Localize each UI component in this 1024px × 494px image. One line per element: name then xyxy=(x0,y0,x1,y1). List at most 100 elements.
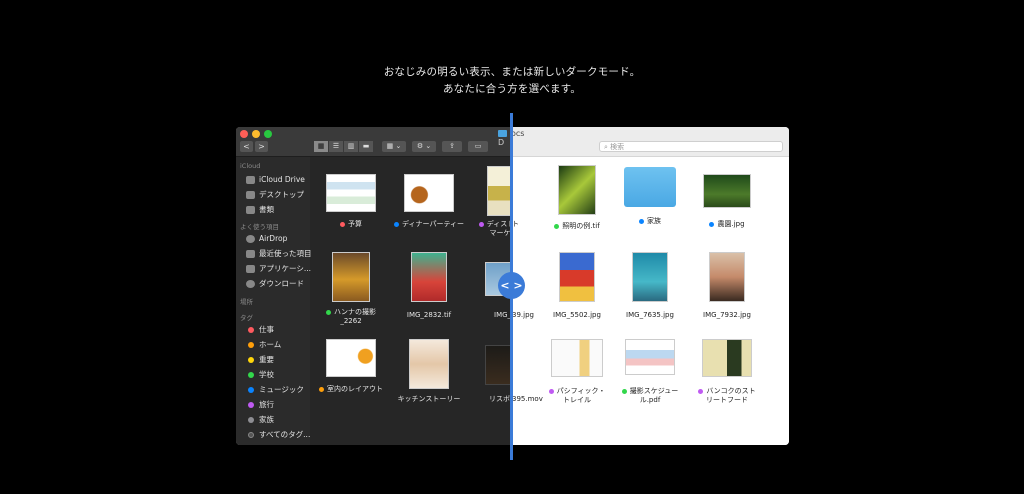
sidebar-tag-work[interactable]: 仕事 xyxy=(246,323,274,336)
airdrop-icon xyxy=(246,235,255,243)
document-thumbnail xyxy=(551,339,603,377)
gallery-view-icon[interactable]: ▬ xyxy=(359,141,373,152)
file-item[interactable]: IMG_7932.jpg xyxy=(692,252,762,320)
document-thumbnail xyxy=(409,339,449,389)
search-field[interactable]: ⌕ 検索 xyxy=(599,141,783,152)
pdf-thumbnail xyxy=(625,339,675,375)
headline-line-2: あなたに合う方を選べます。 xyxy=(442,83,582,95)
folder-icon xyxy=(624,167,676,207)
tag-dot xyxy=(248,432,254,438)
file-item[interactable]: 農園.jpg xyxy=(692,171,762,229)
column-view-icon[interactable]: ▥ xyxy=(344,141,358,152)
download-icon xyxy=(246,280,255,288)
sidebar-item-airdrop[interactable]: AirDrop xyxy=(246,232,287,245)
minimize-window-button[interactable] xyxy=(252,130,260,138)
headline-line-1: おなじみの明るい表示、または新しいダークモード。 xyxy=(383,66,641,78)
toolbar-dark: < > ▦ ☰ ▥ ▬ ▦ ⌄ ⚙ ⌄ ⇪ ▭ D xyxy=(236,127,512,157)
tag-dot xyxy=(709,221,715,227)
group-button[interactable]: ▦ ⌄ xyxy=(382,141,406,152)
file-item[interactable]: ディストリクトマーケット xyxy=(472,163,512,238)
tag-dot xyxy=(248,417,254,423)
file-item[interactable]: IMG_5502.jpg xyxy=(542,252,612,320)
sidebar-item-applications[interactable]: アプリケーシ... xyxy=(246,262,311,275)
sidebar-section-tags: タグ xyxy=(240,314,253,322)
tag-dot xyxy=(248,327,254,333)
file-item[interactable]: 撮影スケジュー ル.pdf xyxy=(615,339,685,405)
file-item[interactable]: ハンナの撮影 _2262 xyxy=(316,252,386,326)
file-item[interactable]: 照明の例.tif xyxy=(542,165,612,231)
document-thumbnail xyxy=(404,174,454,212)
window-title-light: ocs xyxy=(512,129,525,138)
document-icon xyxy=(246,206,255,214)
file-item[interactable]: パシフィック・ トレイル xyxy=(542,339,612,405)
file-item[interactable]: 室内のレイアウト xyxy=(316,339,386,394)
layout-thumbnail xyxy=(326,339,376,377)
icon-view-icon[interactable]: ▦ xyxy=(314,141,328,152)
photo-thumbnail xyxy=(632,252,668,302)
sidebar-item-icloud-drive[interactable]: iCloud Drive xyxy=(246,173,305,186)
tag-dot xyxy=(639,218,644,224)
tag-dot xyxy=(621,388,627,394)
back-button[interactable]: < xyxy=(240,141,253,152)
share-button[interactable]: ⇪ xyxy=(442,141,462,152)
sidebar-tag-family[interactable]: 家族 xyxy=(246,413,274,426)
tag-dot xyxy=(248,357,254,363)
photo-thumbnail xyxy=(411,252,447,302)
desktop-icon xyxy=(246,191,255,199)
comparison-slider-handle[interactable]: < > xyxy=(498,272,525,299)
sidebar-item-downloads[interactable]: ダウンロード xyxy=(246,277,304,290)
tag-button[interactable]: ▭ xyxy=(468,141,488,152)
sidebar-item-desktop[interactable]: デスクトップ xyxy=(246,188,304,201)
tag-dot xyxy=(248,372,254,378)
file-item[interactable]: 家族 xyxy=(615,167,685,226)
close-window-button[interactable] xyxy=(240,130,248,138)
photo-thumbnail xyxy=(703,174,751,208)
poster-thumbnail xyxy=(487,166,512,216)
cloud-icon xyxy=(246,176,255,184)
applications-icon xyxy=(246,265,255,273)
photo-thumbnail xyxy=(332,252,370,302)
sidebar-section-favorites: よく使う項目 xyxy=(240,223,279,231)
toolbar-light: ocs ⌕ 検索 xyxy=(512,127,789,157)
sidebar-section-locations: 場所 xyxy=(240,298,253,306)
forward-button[interactable]: > xyxy=(255,141,268,152)
tag-dot xyxy=(548,388,554,394)
sidebar-tag-travel[interactable]: 旅行 xyxy=(246,398,274,411)
tag-dot xyxy=(478,221,484,227)
sidebar-tag-all[interactable]: すべてのタグ... xyxy=(246,428,310,441)
sidebar-item-recents[interactable]: 最近使った項目 xyxy=(246,247,312,260)
sidebar-tag-school[interactable]: 学校 xyxy=(246,368,274,381)
photo-thumbnail xyxy=(709,252,745,302)
sidebar-tag-important[interactable]: 重要 xyxy=(246,353,274,366)
tag-dot xyxy=(319,386,324,392)
file-item[interactable]: 395.mov xyxy=(512,339,543,404)
spreadsheet-thumbnail xyxy=(326,174,376,212)
tag-dot xyxy=(248,402,254,408)
file-item[interactable]: バンコクのスト リートフード xyxy=(692,339,762,405)
list-view-icon[interactable]: ☰ xyxy=(329,141,343,152)
file-item[interactable]: IMG_7635.jpg xyxy=(615,252,685,320)
zoom-window-button[interactable] xyxy=(264,130,272,138)
light-mode-half: ocs ⌕ 検索 ト 照明の例.tif 家族 農園.jpg 39.jpg IMG… xyxy=(512,127,789,445)
sidebar-item-documents[interactable]: 書類 xyxy=(246,203,274,216)
sidebar-tag-home[interactable]: ホーム xyxy=(246,338,281,351)
tag-dot xyxy=(248,342,254,348)
tag-dot xyxy=(554,223,560,229)
dark-mode-half: < > ▦ ☰ ▥ ▬ ▦ ⌄ ⚙ ⌄ ⇪ ▭ D iCloud iCloud … xyxy=(236,127,512,445)
action-button[interactable]: ⚙ ⌄ xyxy=(412,141,436,152)
sidebar-tag-music[interactable]: ミュージック xyxy=(246,383,304,396)
file-item[interactable]: 予算 xyxy=(316,171,386,229)
file-item[interactable]: リスボン_6 xyxy=(472,339,512,404)
sidebar: iCloud iCloud Drive デスクトップ 書類 よく使う項目 Air… xyxy=(236,157,312,445)
sidebar-section-icloud: iCloud xyxy=(240,162,261,170)
file-item[interactable]: IMG_2832.tif xyxy=(394,252,464,320)
folder-icon xyxy=(498,130,507,137)
view-mode-group: ▦ ☰ ▥ ▬ xyxy=(314,141,374,152)
photo-thumbnail xyxy=(558,165,596,215)
document-thumbnail xyxy=(702,339,752,377)
file-item[interactable]: キッチンストーリー xyxy=(394,339,464,404)
tag-dot xyxy=(394,221,399,227)
file-item[interactable]: ディナーパーティー xyxy=(394,171,464,229)
recents-icon xyxy=(246,250,255,258)
tag-dot xyxy=(698,388,704,394)
